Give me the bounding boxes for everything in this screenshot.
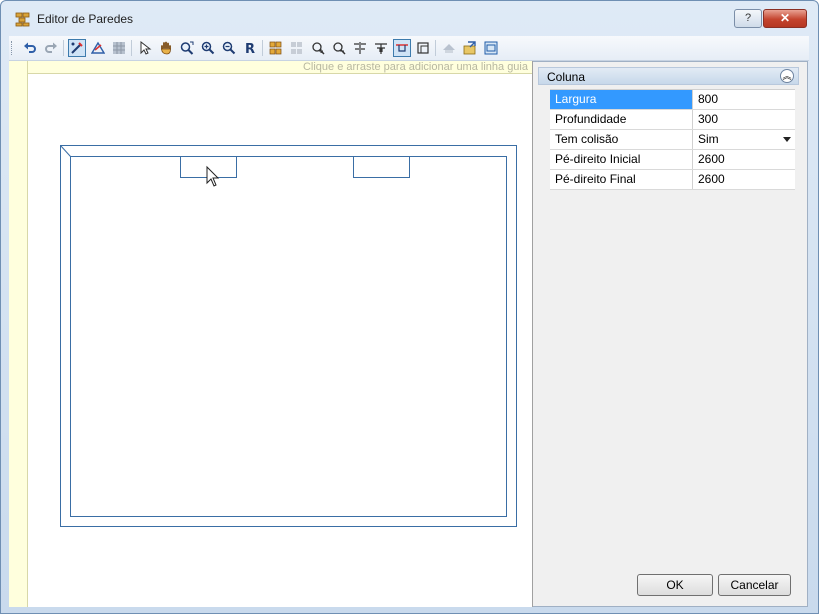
export-button[interactable] (461, 39, 479, 57)
align-top-button[interactable] (351, 39, 369, 57)
align-bottom-icon (375, 43, 387, 54)
ok-button[interactable]: OK (637, 574, 713, 596)
roof-button[interactable] (440, 39, 458, 57)
zoom-window-button[interactable] (178, 39, 196, 57)
toolbar-separator (262, 40, 263, 56)
drawing-canvas[interactable]: Clique e arraste para adicionar uma linh… (9, 61, 533, 607)
wall-corner-joint (60, 145, 71, 157)
draw-wall-icon (71, 42, 83, 54)
property-label: Tem colisão (550, 130, 693, 149)
property-row-tem-colisao[interactable]: Tem colisão Sim (550, 130, 795, 150)
property-label: Largura (550, 90, 693, 109)
svg-text:R: R (245, 42, 255, 55)
pan-button[interactable] (157, 39, 175, 57)
title-bar[interactable]: Editor de Paredes ? ✕ (1, 1, 818, 35)
view3d-icon (484, 41, 498, 55)
draw-wall-button[interactable] (68, 39, 86, 57)
add-column-button[interactable] (267, 39, 285, 57)
column-tool-icon (396, 44, 408, 52)
property-row-pe-direito-final[interactable]: Pé-direito Final 2600 (550, 170, 795, 190)
align-top-icon (354, 42, 366, 54)
property-row-largura[interactable]: Largura 800 (550, 90, 795, 110)
undo-button[interactable] (21, 39, 39, 57)
column-tool-button[interactable] (393, 39, 411, 57)
property-value-input[interactable]: 2600 (696, 170, 792, 189)
edit-wall-button[interactable] (89, 39, 107, 57)
property-value-input[interactable]: 300 (696, 110, 792, 129)
hand-icon (161, 41, 171, 55)
wall-editor-app-icon (15, 12, 30, 27)
zoom-out-icon (222, 41, 236, 55)
properties-panel: Coluna ︽ Largura 800 Profundidade 300 Te… (538, 67, 800, 597)
export-icon (463, 41, 476, 55)
zoom-window-icon (180, 41, 194, 55)
grid-button[interactable] (110, 39, 128, 57)
undo-icon (24, 42, 36, 53)
remove-point-icon (333, 42, 346, 55)
redo-button[interactable] (42, 39, 60, 57)
help-button[interactable]: ? (734, 9, 762, 28)
close-button[interactable]: ✕ (763, 9, 807, 28)
edit-wall-icon (91, 41, 105, 54)
chevron-down-icon[interactable] (783, 137, 791, 142)
zoom-out-button[interactable] (220, 39, 238, 57)
property-label: Pé-direito Final (550, 170, 693, 189)
property-group-header[interactable]: Coluna ︽ (538, 67, 799, 85)
floor-plan-drawing[interactable] (9, 61, 532, 607)
toolbar-grip[interactable] (11, 41, 15, 55)
redo-icon (45, 42, 57, 53)
corner-button[interactable] (414, 39, 432, 57)
property-value-select[interactable]: Sim (696, 130, 792, 149)
select-button[interactable] (136, 39, 154, 57)
remove-point-button[interactable] (330, 39, 348, 57)
wall-editor-window: Editor de Paredes ? ✕ R Clique e arraste… (0, 0, 819, 614)
cancel-button[interactable]: Cancelar (718, 574, 791, 596)
property-group-title: Coluna (547, 70, 586, 84)
align-bottom-button[interactable] (372, 39, 390, 57)
toolbar-separator (131, 40, 132, 56)
reset-view-button[interactable]: R (241, 39, 259, 57)
property-value-input[interactable]: 2600 (696, 150, 792, 169)
zoom-in-icon (201, 41, 215, 55)
property-row-pe-direito-inicial[interactable]: Pé-direito Inicial 2600 (550, 150, 795, 170)
property-label: Profundidade (550, 110, 693, 129)
inner-wall[interactable] (70, 156, 507, 517)
property-grid: Largura 800 Profundidade 300 Tem colisão… (550, 89, 795, 190)
toolbar-separator (63, 40, 64, 56)
pointer-icon (140, 41, 152, 55)
collapse-icon[interactable]: ︽ (780, 69, 794, 83)
property-value-input[interactable]: 800 (696, 90, 792, 109)
property-row-profundidade[interactable]: Profundidade 300 (550, 110, 795, 130)
toolbar-separator (435, 40, 436, 56)
remove-column-button[interactable] (288, 39, 306, 57)
view3d-button[interactable] (482, 39, 500, 57)
property-label: Pé-direito Inicial (550, 150, 693, 169)
roof-icon (443, 44, 455, 53)
grid-icon (113, 42, 125, 54)
add-column-icon (269, 41, 282, 55)
add-point-icon (312, 42, 325, 55)
window-title: Editor de Paredes (37, 12, 134, 26)
corner-icon (417, 42, 429, 54)
add-point-button[interactable] (309, 39, 327, 57)
remove-column-icon (291, 42, 302, 54)
zoom-in-button[interactable] (199, 39, 217, 57)
reset-icon: R (245, 42, 255, 55)
outer-wall[interactable] (60, 145, 517, 527)
toolbar: R (9, 36, 809, 61)
column-2[interactable] (353, 156, 410, 178)
